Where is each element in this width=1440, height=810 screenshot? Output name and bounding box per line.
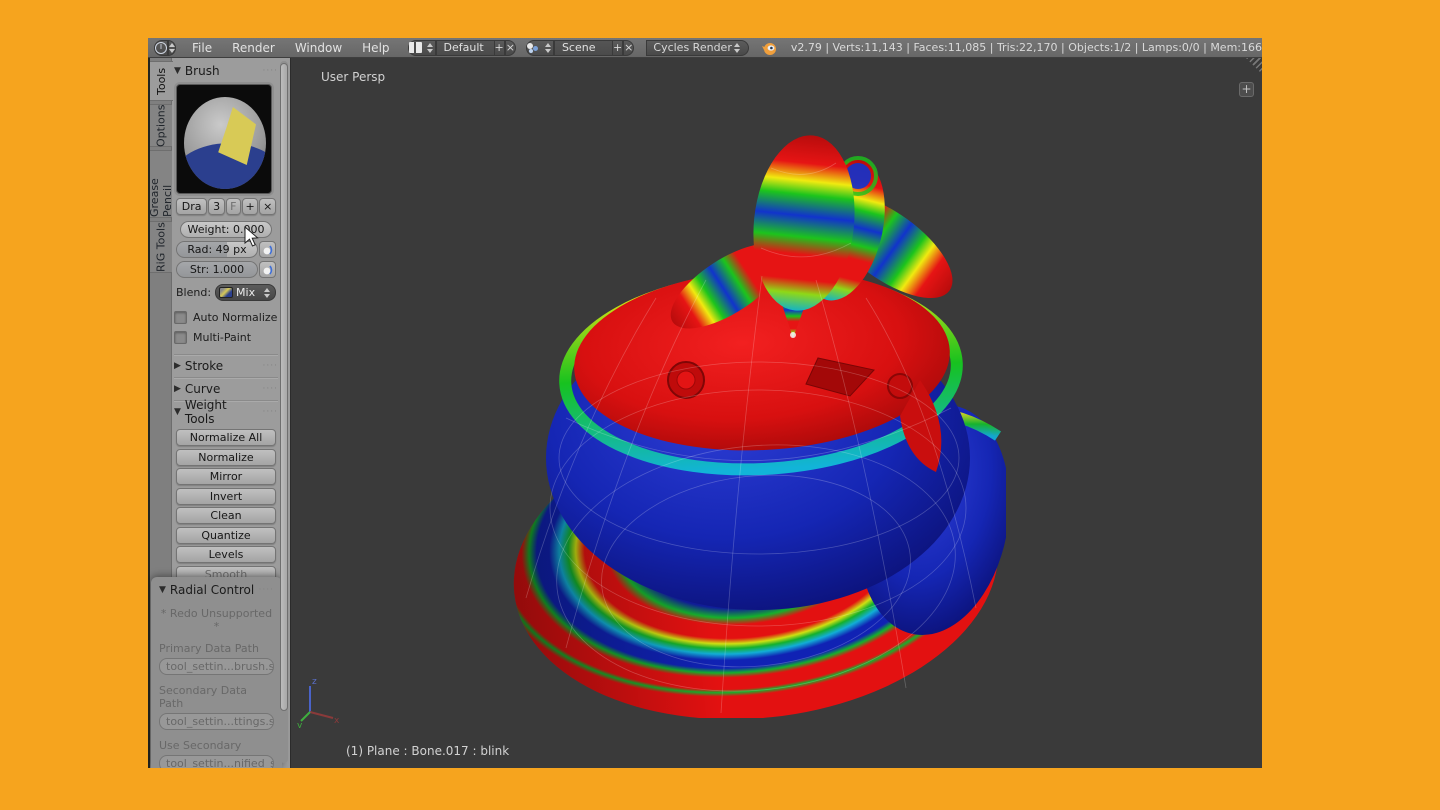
brush-preview[interactable] <box>176 84 272 194</box>
scene-button[interactable] <box>526 40 554 56</box>
blend-thumbnail-icon <box>219 287 233 298</box>
mirror-button[interactable]: Mirror <box>176 468 276 485</box>
radial-control-header[interactable]: ▼ Radial Control ···· <box>159 581 274 599</box>
menu-file[interactable]: File <box>182 38 222 58</box>
tab-options[interactable]: Options <box>150 104 172 147</box>
render-engine-select[interactable]: Cycles Render <box>646 40 748 56</box>
blend-label: Blend: <box>176 286 211 299</box>
add-layout-button[interactable]: + <box>494 40 505 56</box>
auto-normalize-label: Auto Normalize <box>193 311 277 324</box>
blender-logo-icon <box>761 41 777 55</box>
svg-text:z: z <box>312 677 317 687</box>
menu-help[interactable]: Help <box>352 38 399 58</box>
secondary-data-path-field[interactable]: tool_settin...ttings.size <box>159 713 274 730</box>
menu-window[interactable]: Window <box>285 38 352 58</box>
panel-grip-icon: ···· <box>263 407 278 417</box>
viewport-3d[interactable]: User Persp + <box>290 58 1262 768</box>
active-object-status: (1) Plane : Bone.017 : blink <box>346 744 509 758</box>
blender-window: i File Render Window Help Default + × Sc… <box>148 38 1262 768</box>
multi-paint-label: Multi-Paint <box>193 331 251 344</box>
panel-expand-icon: ▼ <box>174 66 181 76</box>
axis-gizmo-icon: z x y <box>297 672 341 728</box>
close-scene-button[interactable]: × <box>623 40 634 56</box>
brush-sphere-thumbnail <box>184 97 266 189</box>
unlink-brush-button[interactable]: × <box>259 198 276 215</box>
tab-rig-tools[interactable]: RiG Tools <box>150 221 172 273</box>
editor-type-arrows-icon[interactable] <box>168 40 176 56</box>
add-scene-button[interactable]: + <box>612 40 623 56</box>
panel-grip-icon: ···· <box>263 361 278 371</box>
scene-field[interactable]: Scene <box>554 40 612 56</box>
view-name-label: User Persp <box>321 70 385 84</box>
info-header: i File Render Window Help Default + × Sc… <box>148 38 1262 58</box>
normalize-button[interactable]: Normalize <box>176 449 276 466</box>
pressure-icon <box>262 264 274 276</box>
redo-unsupported-notice: * Redo Unsupported * <box>159 607 274 633</box>
close-layout-button[interactable]: × <box>505 40 516 56</box>
weight-tools-panel-header[interactable]: ▼ Weight Tools ···· <box>174 403 278 421</box>
svg-text:y: y <box>297 721 303 728</box>
clean-button[interactable]: Clean <box>176 507 276 524</box>
levels-button[interactable]: Levels <box>176 546 276 563</box>
multi-paint-checkbox[interactable] <box>174 331 187 344</box>
panel-grip-icon: ···· <box>259 585 274 595</box>
brush-name-field[interactable]: Dra <box>176 198 207 215</box>
weight-slider[interactable]: Weight: 0.000 <box>180 221 272 238</box>
tab-grease-pencil[interactable]: Grease Pencil <box>150 150 172 218</box>
normalize-all-button[interactable]: Normalize All <box>176 429 276 446</box>
panel-grip-icon: ···· <box>263 384 278 394</box>
tab-tools[interactable]: Tools <box>150 61 173 101</box>
curve-panel-header[interactable]: ▶ Curve ···· <box>174 380 278 398</box>
panel-expand-icon: ▼ <box>159 585 166 595</box>
info-icon: i <box>155 42 167 54</box>
use-secondary-field[interactable]: tool_settin...nified_size <box>159 755 274 768</box>
primary-data-path-label: Primary Data Path <box>159 642 274 655</box>
strength-pressure-button[interactable] <box>259 261 276 278</box>
radius-slider[interactable]: Rad: 49 px <box>176 241 258 258</box>
stroke-panel-header[interactable]: ▶ Stroke ···· <box>174 357 278 375</box>
brush-users-count[interactable]: 3 <box>208 198 225 215</box>
weight-painted-model[interactable] <box>506 128 1006 718</box>
strength-slider[interactable]: Str: 1.000 <box>176 261 258 278</box>
radius-pressure-button[interactable] <box>259 241 276 258</box>
scrollbar-thumb[interactable] <box>280 63 288 711</box>
properties-region-toggle-button[interactable]: + <box>1239 82 1254 97</box>
radial-control-panel: ▼ Radial Control ···· * Redo Unsupported… <box>151 577 282 768</box>
screen-layout-field[interactable]: Default <box>436 40 494 56</box>
panel-grip-icon: ···· <box>263 66 278 76</box>
primary-data-path-field[interactable]: tool_settin...brush.size <box>159 658 274 675</box>
svg-text:x: x <box>334 716 340 726</box>
corner-resize-icon[interactable] <box>1242 58 1262 78</box>
blend-mode-select[interactable]: Mix <box>215 284 276 301</box>
screen-layout-button[interactable] <box>408 40 436 56</box>
editor-type-button[interactable]: i <box>154 40 168 56</box>
secondary-data-path-label: Secondary Data Path <box>159 684 274 710</box>
pressure-icon <box>262 244 274 256</box>
add-brush-button[interactable]: + <box>242 198 259 215</box>
brush-panel-header[interactable]: ▼ Brush ···· <box>174 62 278 80</box>
auto-normalize-checkbox[interactable] <box>174 311 187 324</box>
panel-collapsed-icon: ▶ <box>174 361 181 371</box>
invert-button[interactable]: Invert <box>176 488 276 505</box>
panel-expand-icon: ▼ <box>174 407 181 417</box>
layout-icon <box>409 42 422 53</box>
tool-shelf: Tools Options Grease Pencil RiG Tools ▼ … <box>150 58 290 768</box>
menu-render[interactable]: Render <box>222 38 285 58</box>
tool-shelf-scrollbar[interactable] <box>280 61 288 763</box>
quantize-button[interactable]: Quantize <box>176 527 276 544</box>
panel-collapsed-icon: ▶ <box>174 384 181 394</box>
scene-statistics: v2.79 | Verts:11,143 | Faces:11,085 | Tr… <box>791 41 1262 54</box>
use-secondary-label: Use Secondary <box>159 739 274 752</box>
fake-user-button[interactable]: F <box>226 198 241 215</box>
scene-icon <box>527 42 540 53</box>
